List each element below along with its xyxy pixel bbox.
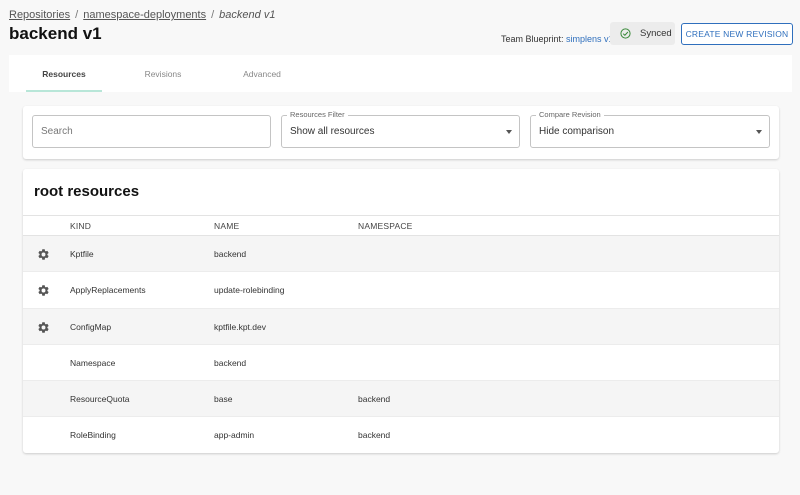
compare-revision-label: Compare Revision [536, 110, 604, 119]
status-badge: Synced [610, 22, 675, 45]
table-row[interactable]: ConfigMap kptfile.kpt.dev [23, 308, 779, 345]
breadcrumb-current: backend v1 [219, 9, 276, 21]
table-row[interactable]: ResourceQuota base backend [23, 381, 779, 418]
cell-name: update-rolebinding [214, 285, 285, 296]
status-text: Synced [640, 28, 672, 39]
cell-kind: Kptfile [70, 249, 94, 259]
table-row[interactable]: ApplyReplacements update-rolebinding [23, 272, 779, 309]
column-header-namespace: NAMESPACE [358, 221, 413, 231]
tab-bar: Resources Revisions Advanced [9, 55, 792, 92]
gear-icon[interactable] [37, 321, 50, 334]
cell-name: backend [214, 357, 247, 368]
resources-title: root resources [34, 183, 140, 200]
resources-filter-value: Show all resources [290, 126, 375, 137]
breadcrumb-link-repositories[interactable]: Repositories [9, 9, 70, 21]
team-blueprint: Team Blueprint: simplens v1 [501, 34, 614, 44]
cell-name: base [214, 394, 233, 405]
cell-kind: Namespace [70, 357, 116, 368]
table-row[interactable]: RoleBinding app-admin backend [23, 417, 779, 453]
column-header-kind: KIND [70, 221, 92, 231]
caret-down-icon [506, 130, 512, 134]
caret-down-icon [756, 130, 762, 134]
compare-revision-select[interactable]: Compare Revision Hide comparison [530, 110, 770, 148]
table-body: Kptfile backend ApplyReplacements update-ro… [23, 236, 779, 453]
cell-kind: ConfigMap [70, 321, 112, 332]
team-blueprint-link[interactable]: simplens v1 [566, 34, 614, 44]
check-circle-icon [620, 28, 631, 39]
resources-table: KIND NAME NAMESPACE Kptfile backend ApplyR… [23, 215, 779, 453]
active-tab-indicator [26, 90, 102, 92]
breadcrumb-separator: / [211, 9, 215, 21]
cell-namespace: backend [358, 430, 391, 441]
tab-advanced[interactable]: Advanced [224, 55, 300, 92]
search-input[interactable] [33, 116, 270, 147]
search-field [32, 115, 271, 148]
cell-name: app-admin [214, 430, 255, 441]
tab-resources[interactable]: Resources [26, 55, 102, 92]
breadcrumb-separator: / [75, 9, 79, 21]
table-row[interactable]: Kptfile backend [23, 236, 779, 273]
page-title: backend v1 [9, 24, 102, 43]
cell-kind: ResourceQuota [70, 394, 130, 405]
column-header-name: NAME [214, 221, 240, 231]
breadcrumb: Repositories / namespace-deployments / backe… [9, 9, 275, 21]
breadcrumb-link-namespace-deployments[interactable]: namespace-deployments [83, 9, 206, 21]
cell-namespace: backend [358, 394, 391, 405]
cell-kind: RoleBinding [70, 430, 116, 441]
cell-name: kptfile.kpt.dev [214, 321, 266, 332]
gear-icon[interactable] [37, 284, 50, 297]
table-row[interactable]: Namespace backend [23, 345, 779, 382]
resources-filter-select[interactable]: Resources Filter Show all resources [281, 110, 520, 148]
create-new-revision-button[interactable]: CREATE NEW REVISION [681, 23, 793, 45]
table-header: KIND NAME NAMESPACE [23, 215, 779, 236]
filters-card: Resources Filter Show all resources Comp… [23, 106, 779, 159]
resources-card: root resources KIND NAME NAMESPACE Kptfi… [23, 169, 779, 453]
cell-name: backend [214, 249, 247, 259]
cell-kind: ApplyReplacements [70, 285, 146, 296]
compare-revision-value: Hide comparison [539, 126, 615, 137]
gear-icon[interactable] [37, 248, 50, 261]
resources-filter-label: Resources Filter [287, 110, 348, 119]
tab-revisions[interactable]: Revisions [125, 55, 201, 92]
team-blueprint-label: Team Blueprint: [501, 34, 564, 44]
